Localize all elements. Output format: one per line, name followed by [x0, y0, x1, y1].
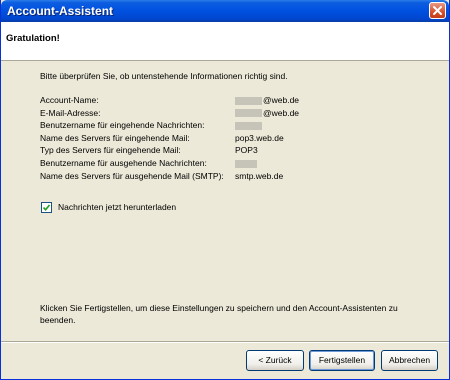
- summary-label: Name des Servers für ausgehende Mail (SM…: [40, 170, 224, 181]
- intro-text: Bitte überprüfen Sie, ob untenstehende I…: [40, 71, 288, 81]
- summary-value: smtp.web.de: [235, 170, 284, 181]
- button-separator: [1, 341, 449, 343]
- finish-instructions: Klicken Sie Fertigstellen, um diese Eins…: [40, 303, 398, 325]
- checkmark-icon: [43, 204, 50, 211]
- summary-value: [235, 157, 258, 170]
- close-button[interactable]: [429, 2, 446, 19]
- redacted-block: [235, 121, 262, 130]
- account-assistant-window: Account-Assistent Gratulation! Bitte übe…: [0, 0, 450, 380]
- summary-label: Benutzername für ausgehende Nachrichten:: [40, 157, 207, 168]
- summary-value: @web.de: [235, 94, 299, 107]
- download-now-label[interactable]: Nachrichten jetzt herunterladen: [58, 202, 176, 212]
- summary-label: Benutzername für eingehende Nachrichten:: [40, 120, 205, 131]
- summary-label: Typ des Servers für eingehende Mail:: [40, 145, 181, 156]
- summary-value: [235, 119, 263, 132]
- cancel-button[interactable]: Abbrechen: [381, 350, 438, 371]
- summary-value: @web.de: [235, 107, 299, 120]
- title-bar[interactable]: Account-Assistent: [1, 0, 449, 22]
- finish-button[interactable]: Fertigstellen: [309, 350, 375, 371]
- redacted-block: [235, 96, 262, 105]
- summary-label: Name des Servers für eingehende Mail:: [40, 132, 190, 143]
- back-button[interactable]: < Zurück: [246, 350, 304, 371]
- summary-label: Account-Name:: [40, 95, 99, 105]
- wizard-header: Gratulation!: [1, 22, 449, 61]
- wizard-content: Bitte überprüfen Sie, ob untenstehende I…: [1, 61, 449, 341]
- window-title: Account-Assistent: [7, 4, 114, 18]
- redacted-block: [235, 159, 257, 168]
- summary-value: POP3: [235, 145, 258, 156]
- summary-label: E-Mail-Adresse:: [40, 107, 101, 118]
- close-icon: [433, 6, 442, 15]
- download-now-checkbox[interactable]: [41, 202, 52, 213]
- summary-value: pop3.web.de: [235, 132, 284, 143]
- page-title: Gratulation!: [6, 33, 60, 44]
- redacted-block: [235, 109, 262, 118]
